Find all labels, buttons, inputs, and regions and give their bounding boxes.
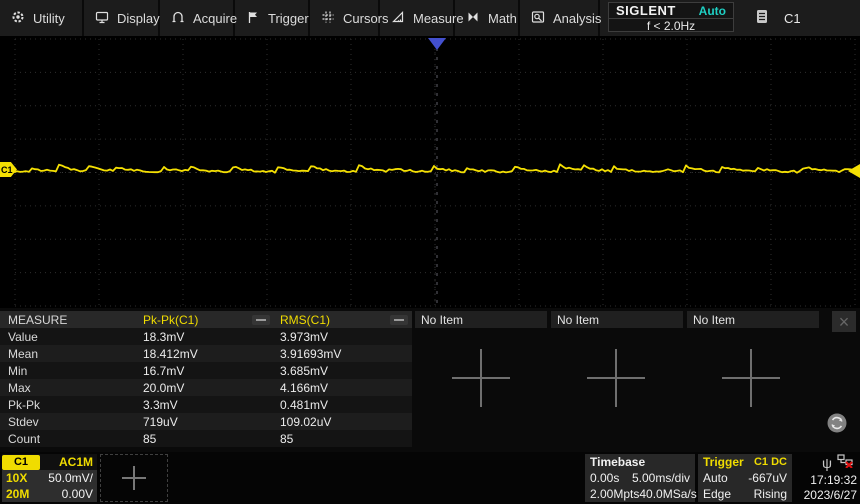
channel-offset: 0.00V — [61, 487, 93, 501]
clipboard-icon — [756, 9, 768, 27]
math-icon — [466, 10, 480, 27]
volts-per-div: 50.0mV/ — [48, 471, 93, 485]
measure-panel: MEASURE Pk-Pk(C1) RMS(C1) No Item No Ite… — [0, 308, 860, 452]
waveform-trace — [13, 163, 855, 174]
table-row: Min 16.7mV 3.685mV — [0, 362, 412, 379]
measure-slot-empty-3[interactable]: No Item — [687, 311, 819, 328]
acquisition-mode-badge: Auto — [698, 3, 726, 18]
remove-measurement-2-button[interactable] — [390, 315, 408, 325]
channel-coupling: AC1M — [58, 455, 93, 469]
measure-column-header-1[interactable]: Pk-Pk(C1) — [143, 313, 198, 327]
trigger-type: Edge — [703, 487, 732, 501]
channel-settings: 10X 50.0mV/ 20M 0.00V — [2, 470, 97, 502]
sample-rate: 40.0MSa/s — [639, 487, 697, 501]
display-icon — [95, 10, 109, 27]
table-row: Value 18.3mV 3.973mV — [0, 328, 412, 345]
menu-trigger[interactable]: Trigger — [235, 0, 310, 36]
top-menu-bar: Utility Display Acquire Trigger Cursors … — [0, 0, 860, 36]
menu-label: Math — [488, 10, 517, 26]
gear-icon — [11, 10, 25, 27]
measure-icon — [391, 10, 405, 27]
trigger-level: -667uV — [748, 471, 787, 485]
acquire-icon — [171, 10, 185, 27]
menu-label: Display — [117, 10, 160, 26]
cursors-icon — [321, 10, 335, 27]
oscilloscope-screen: Utility Display Acquire Trigger Cursors … — [0, 0, 860, 504]
trigger-slope: Rising — [753, 487, 787, 501]
trigger-title: Trigger — [703, 455, 744, 469]
bandwidth-limit: 20M — [6, 487, 30, 501]
waveform-display[interactable]: C1 — [0, 36, 860, 308]
menu-label: Analysis — [553, 10, 602, 26]
table-row: Max 20.0mV 4.166mV — [0, 379, 412, 396]
system-date: 2023/6/27 — [803, 488, 857, 502]
table-row: Pk-Pk 3.3mV 0.481mV — [0, 396, 412, 413]
menu-label: Utility — [33, 10, 65, 26]
lan-disconnected-icon — [837, 454, 853, 471]
probe-attenuation: 10X — [6, 471, 28, 485]
status-icons: ψ — [822, 454, 857, 471]
reset-statistics-button[interactable] — [826, 412, 848, 434]
timebase-title: Timebase — [590, 455, 646, 469]
remove-measurement-1-button[interactable] — [252, 315, 270, 325]
acquisition-status-box[interactable]: SIGLENT Auto f < 2.0Hz — [608, 2, 734, 33]
system-time: 17:19:32 — [810, 472, 857, 487]
graticule — [13, 38, 856, 307]
brand-logo: SIGLENT — [616, 3, 676, 18]
trigger-source: C1 DC — [753, 456, 787, 468]
table-row: Stdev 719uV 109.02uV — [0, 413, 412, 430]
menu-list: Utility Display Acquire Trigger Cursors … — [0, 0, 602, 36]
close-measure-panel-button[interactable]: × — [832, 311, 856, 332]
menu-cursors[interactable]: Cursors — [310, 0, 389, 36]
menu-label: Acquire — [193, 10, 238, 26]
add-channel-button[interactable] — [100, 454, 168, 502]
add-measurement-button-3[interactable] — [722, 349, 780, 407]
menu-acquire[interactable]: Acquire — [160, 0, 238, 36]
brand-row: SIGLENT Auto — [609, 3, 733, 19]
analysis-icon — [531, 10, 545, 27]
trigger-level-marker[interactable] — [848, 164, 860, 178]
trigger-frequency: f < 2.0Hz — [646, 19, 696, 33]
channel-descriptor-box[interactable]: C1 AC1M 10X 50.0mV/ 20M 0.00V — [2, 454, 97, 502]
timebase-delay: 0.00s — [590, 471, 620, 485]
trigger-mode: Auto — [703, 471, 728, 485]
menu-utility[interactable]: Utility — [0, 0, 84, 36]
table-row: Count 85 85 — [0, 430, 412, 447]
menu-math[interactable]: Math — [455, 0, 520, 36]
trigger-position-marker[interactable] — [428, 38, 446, 50]
system-clock-area: ψ 17:19:32 2023/6/27 — [794, 454, 858, 502]
add-measurement-button-2[interactable] — [587, 349, 645, 407]
timebase-scale: 5.00ms/div — [631, 471, 690, 485]
channel-row-1: C1 AC1M — [2, 454, 97, 470]
measure-slot-empty-1[interactable]: No Item — [415, 311, 547, 328]
menu-label: Trigger — [268, 10, 309, 26]
trigger-descriptor-box[interactable]: Trigger C1 DC Auto -667uV Edge Rising — [698, 454, 792, 502]
measure-slot-empty-2[interactable]: No Item — [551, 311, 683, 328]
measure-title: MEASURE — [8, 313, 68, 327]
table-row: Mean 18.412mV 3.91693mV — [0, 345, 412, 362]
memory-depth: 2.00Mpts — [590, 487, 640, 501]
measure-column-header-2[interactable]: RMS(C1) — [280, 313, 330, 327]
menu-display[interactable]: Display — [84, 0, 160, 36]
active-channel-indicator[interactable]: C1 — [742, 0, 860, 36]
measure-statistics-table: Value 18.3mV 3.973mV Mean 18.412mV 3.916… — [0, 328, 412, 447]
add-measurement-button-1[interactable] — [452, 349, 510, 407]
timebase-descriptor-box[interactable]: Timebase 0.00s 5.00ms/div 2.00Mpts 40.0M… — [585, 454, 697, 502]
channel-name-badge: C1 — [2, 454, 40, 470]
menu-analysis[interactable]: Analysis — [520, 0, 602, 36]
usb-icon: ψ — [822, 454, 832, 471]
menu-measure[interactable]: Measure — [380, 0, 464, 36]
bottom-status-bar: C1 AC1M 10X 50.0mV/ 20M 0.00V Timebase 0… — [0, 452, 860, 504]
active-channel-label: C1 — [784, 10, 801, 26]
trigger-flag-icon — [246, 10, 260, 27]
